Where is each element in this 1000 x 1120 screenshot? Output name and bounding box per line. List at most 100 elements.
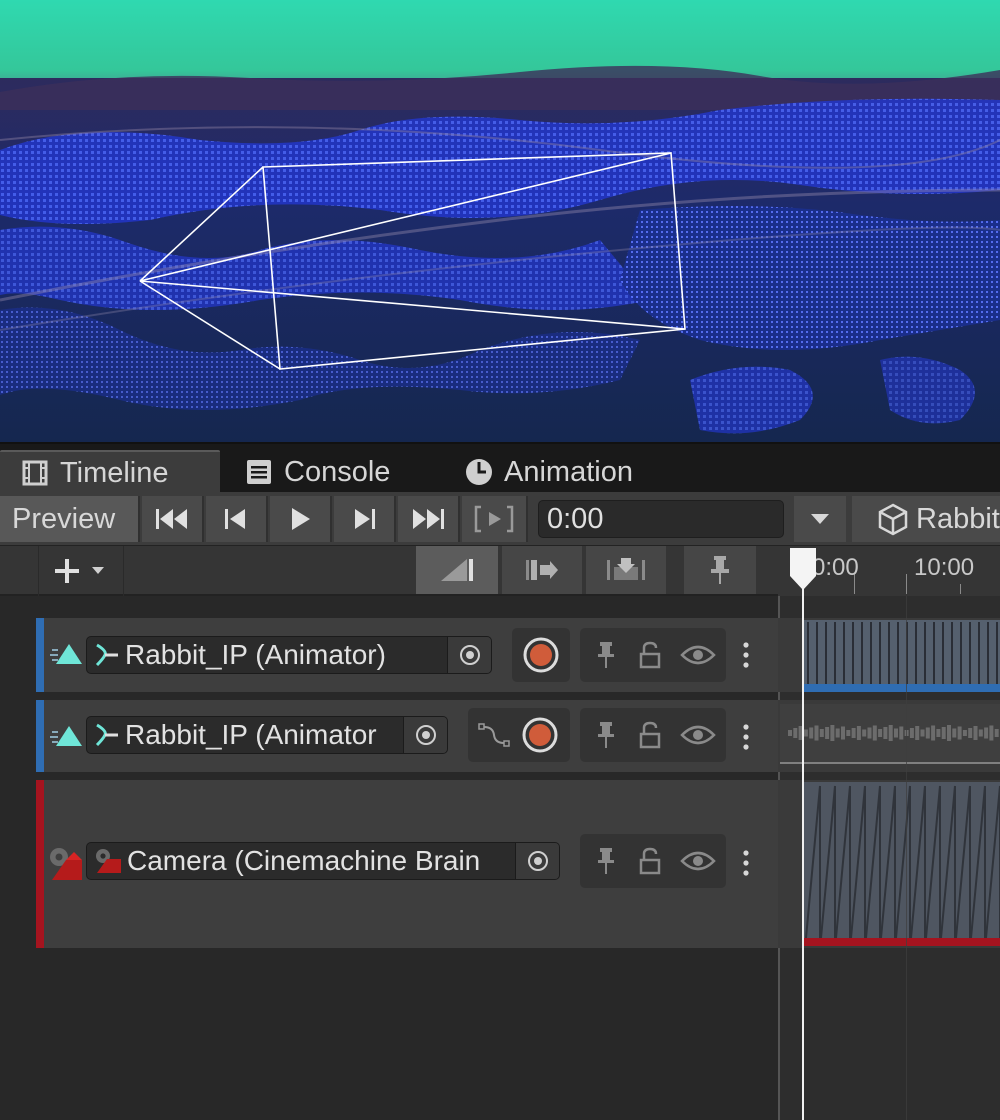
ripple-mode-button[interactable]: [502, 546, 582, 594]
kebab-menu-icon: [743, 642, 749, 668]
animation-track-icon: [50, 644, 82, 664]
record-button[interactable]: [512, 628, 570, 682]
replace-mode-icon: [607, 558, 645, 580]
track-pin-button[interactable]: [584, 834, 628, 888]
plus-icon: [55, 559, 104, 583]
dropdown-arrow-icon: [811, 514, 829, 524]
clip-edit-mode-icon: [441, 559, 473, 581]
track-controls: [580, 628, 726, 682]
tab-animation-label: Animation: [504, 455, 633, 488]
time-input[interactable]: 0:00: [538, 500, 784, 538]
eye-icon: [680, 725, 716, 745]
object-picker-button[interactable]: [515, 843, 559, 879]
pin-button[interactable]: [684, 546, 756, 594]
previous-frame-icon: [225, 509, 245, 529]
track-list: Rabbit_IP (Animator) Rabbit_IP (Animator: [0, 596, 778, 1120]
track-binding-field[interactable]: Rabbit_IP (Animator: [86, 716, 448, 754]
timeline-asset-selector[interactable]: Rabbit: [852, 496, 1000, 542]
record-icon: [523, 637, 559, 673]
track-binding-field[interactable]: Camera (Cinemachine Brain: [86, 842, 560, 880]
preview-button[interactable]: Preview: [0, 496, 140, 542]
console-icon: [244, 457, 274, 487]
object-picker-button[interactable]: [403, 717, 447, 753]
animator-icon: [95, 723, 118, 747]
track-controls: [580, 708, 726, 762]
track-lock-button[interactable]: [628, 708, 672, 762]
track-visibility-button[interactable]: [672, 628, 724, 682]
timeline-toolbar: Preview 0:00 Rabbit: [0, 492, 1000, 546]
unlock-icon: [639, 721, 661, 749]
pin-icon: [598, 848, 614, 874]
scene-viewport[interactable]: [0, 0, 1000, 442]
track-options-button[interactable]: [736, 640, 756, 670]
track-visibility-button[interactable]: [672, 708, 724, 762]
track-animation-2[interactable]: Rabbit_IP (Animator: [36, 700, 778, 772]
object-picker-button[interactable]: [447, 637, 491, 673]
pin-icon: [711, 556, 729, 584]
curves-icon: [478, 723, 510, 747]
timeline-asset-label: Rabbit: [916, 502, 1000, 535]
track-lock-button[interactable]: [628, 628, 672, 682]
next-frame-button[interactable]: [334, 496, 396, 542]
skip-to-start-button[interactable]: [142, 496, 204, 542]
track-binding-field[interactable]: Rabbit_IP (Animator): [86, 636, 492, 674]
replace-mode-button[interactable]: [586, 546, 666, 594]
tab-console-label: Console: [284, 455, 391, 488]
track-visibility-button[interactable]: [672, 834, 724, 888]
tab-console[interactable]: Console: [244, 450, 390, 494]
skip-to-end-icon: [413, 509, 444, 529]
tab-timeline-label: Timeline: [60, 456, 169, 489]
track-pin-button[interactable]: [584, 628, 628, 682]
clock-icon: [464, 457, 494, 487]
playhead-line: [802, 560, 804, 1120]
clip-lanes: [778, 596, 1000, 1120]
cinemachine-brain-icon: [96, 849, 121, 873]
play-button[interactable]: [270, 496, 332, 542]
eye-icon: [680, 645, 716, 665]
tab-animation[interactable]: Animation: [464, 450, 633, 494]
animation-track-icon: [50, 726, 82, 746]
kebab-menu-icon: [743, 850, 749, 876]
track-options-button[interactable]: [736, 722, 756, 752]
track-pin-button[interactable]: [584, 708, 628, 762]
eye-icon: [680, 851, 716, 871]
track-options-button[interactable]: [736, 848, 756, 878]
cinemachine-track-icon: [50, 848, 82, 880]
unlock-icon: [639, 641, 661, 669]
film-icon: [20, 458, 50, 488]
ruler-label-ten: 10:00: [914, 554, 975, 581]
play-range-icon: [474, 505, 514, 533]
unlock-icon: [639, 847, 661, 875]
record-button[interactable]: [518, 708, 562, 762]
play-icon: [292, 508, 310, 530]
window-tab-bar: Timeline Console Animation: [0, 442, 1000, 494]
clip-edit-mode-button[interactable]: [416, 546, 498, 594]
pin-icon: [598, 722, 614, 748]
track-name: Camera (Cinemachine Brain: [127, 845, 481, 876]
track-controls: [580, 834, 726, 888]
ripple-mode-icon: [526, 560, 558, 580]
record-icon: [522, 717, 558, 753]
cube-icon: [878, 503, 908, 536]
time-format-dropdown[interactable]: [794, 496, 846, 542]
scene-render: [0, 0, 1000, 442]
target-icon: [527, 851, 548, 871]
skip-to-start-icon: [156, 509, 187, 529]
play-range-button[interactable]: [462, 496, 528, 542]
curves-record-group: [468, 708, 570, 762]
add-track-button[interactable]: [38, 546, 124, 596]
track-animation-1[interactable]: Rabbit_IP (Animator): [36, 618, 778, 692]
playhead-handle[interactable]: [788, 546, 818, 592]
skip-to-end-button[interactable]: [398, 496, 460, 542]
tab-timeline[interactable]: Timeline: [0, 450, 220, 494]
track-name: Rabbit_IP (Animator): [125, 639, 386, 670]
previous-frame-button[interactable]: [206, 496, 268, 542]
next-frame-icon: [355, 509, 375, 529]
curves-button[interactable]: [472, 708, 516, 762]
animator-icon: [95, 643, 118, 667]
track-cinemachine[interactable]: Camera (Cinemachine Brain: [36, 780, 778, 948]
target-icon: [415, 725, 436, 745]
ruler-label-start: 0:00: [812, 554, 859, 581]
clip-area[interactable]: [778, 596, 1000, 1120]
track-lock-button[interactable]: [628, 834, 672, 888]
